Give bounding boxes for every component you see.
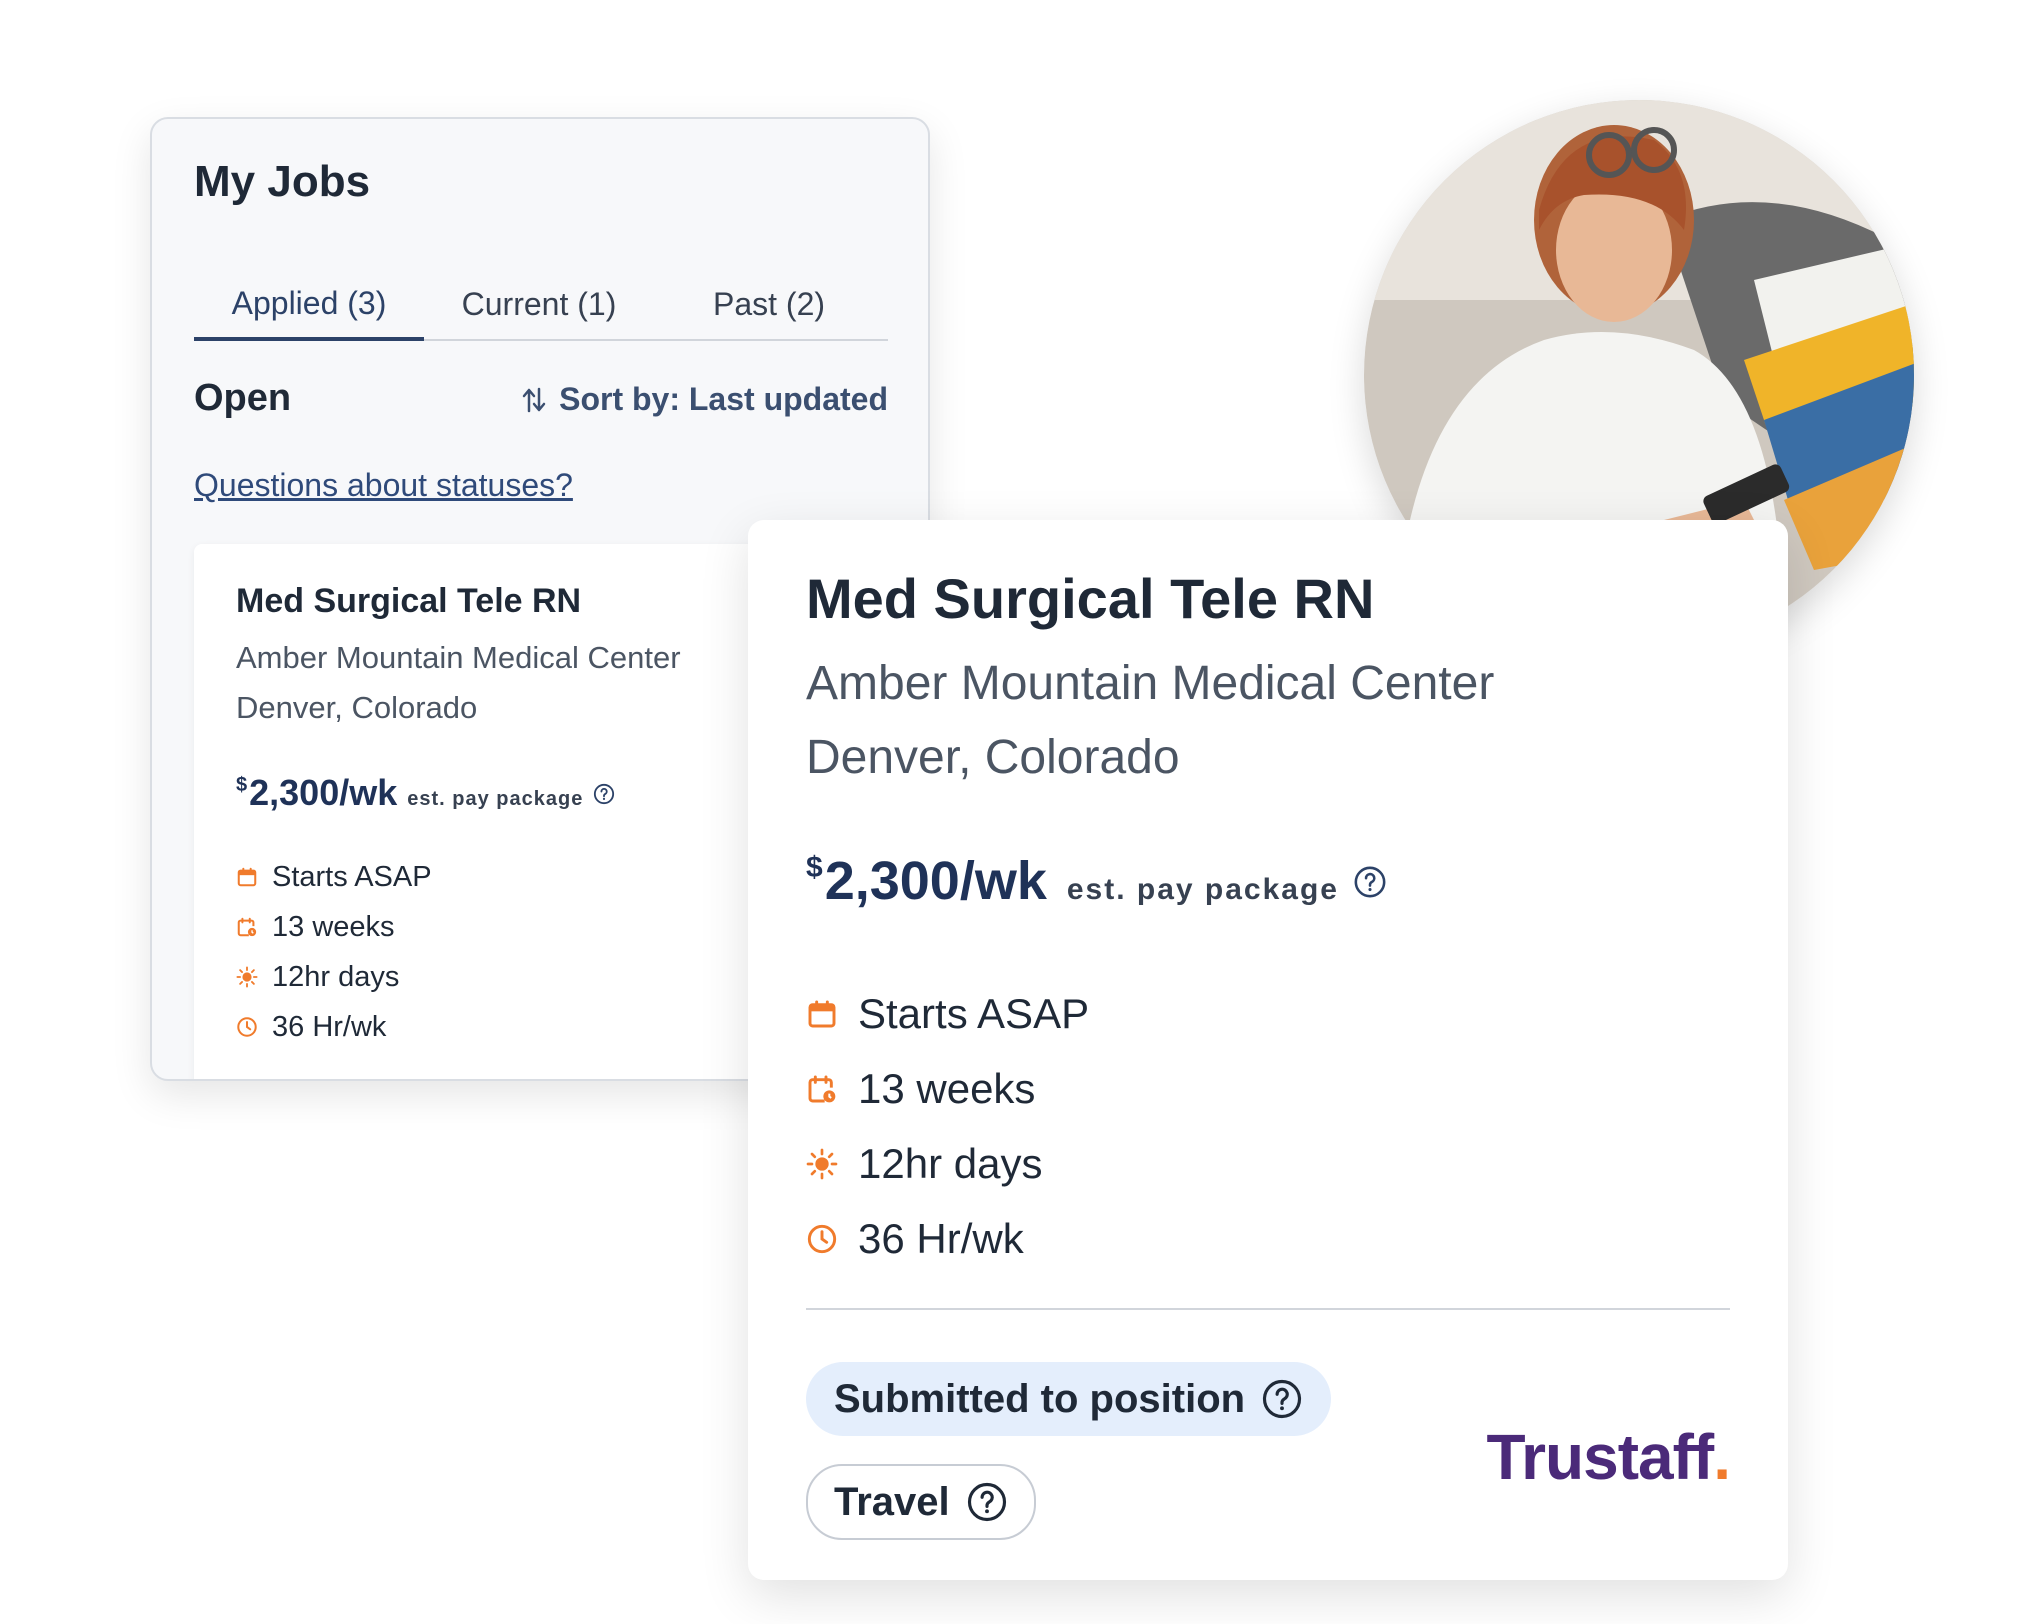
job-title: Med Surgical Tele RN (236, 582, 582, 620)
job-type-label: Travel (834, 1479, 950, 1524)
feature-label: 36 Hr/wk (858, 1214, 1024, 1262)
page-title: My Jobs (194, 157, 371, 206)
job-location: Denver, Colorado (236, 690, 478, 725)
feature-label: 12hr days (272, 960, 400, 993)
pay-currency: $ (236, 774, 248, 796)
tab-applied[interactable]: Applied (3) (194, 269, 424, 341)
feature-label: 13 weeks (858, 1064, 1036, 1112)
feature-duration: 13 weeks (806, 1051, 1089, 1126)
job-facility: Amber Mountain Medical Center (236, 640, 681, 675)
trustaff-logo: Trustaff. (1486, 1420, 1731, 1494)
tab-current[interactable]: Current (1) (424, 269, 654, 339)
help-icon[interactable] (593, 783, 615, 805)
job-pay: $ 2,300/wk est. pay package (806, 850, 1387, 912)
feature-label: Starts ASAP (858, 989, 1090, 1037)
logo-wordmark: Trustaff (1486, 1421, 1715, 1493)
feature-label: Starts ASAP (272, 860, 432, 893)
sort-label: Sort by: Last updated (559, 381, 888, 417)
logo-dot: . (1713, 1421, 1731, 1493)
calendar-clock-icon (808, 1075, 836, 1102)
job-type-badge[interactable]: Travel (806, 1464, 1036, 1540)
sun-icon (236, 966, 258, 988)
feature-label: 12hr days (858, 1139, 1043, 1187)
calendar-icon (808, 1000, 836, 1027)
feature-shift: 12hr days (236, 952, 432, 1002)
feature-start: Starts ASAP (236, 852, 432, 902)
job-pay: $ 2,300/wk est. pay package (236, 772, 615, 814)
feature-label: 36 Hr/wk (272, 1010, 387, 1043)
feature-hours: 36 Hr/wk (236, 1002, 432, 1052)
job-detail-card[interactable]: Med Surgical Tele RN Amber Mountain Medi… (748, 520, 1788, 1580)
job-title: Med Surgical Tele RN (806, 567, 1375, 630)
pay-currency: $ (806, 851, 823, 884)
page-stage: My Jobs Applied (3) Current (1) Past (2)… (0, 0, 2042, 1624)
job-features: Starts ASAP 13 weeks 12hr days 36 Hr/wk (236, 852, 432, 1052)
status-badge[interactable]: Submitted to position (806, 1362, 1332, 1436)
clock-icon (237, 1017, 257, 1037)
clock-icon (807, 1224, 837, 1253)
pay-label: est. pay package (407, 788, 584, 810)
divider (806, 1308, 1730, 1310)
job-features: Starts ASAP 13 weeks 12hr days 36 Hr/wk (806, 976, 1089, 1276)
status-label: Submitted to position (834, 1376, 1246, 1421)
feature-duration: 13 weeks (236, 902, 432, 952)
statuses-help-link[interactable]: Questions about statuses? (194, 467, 573, 504)
sort-arrows-icon (522, 387, 546, 412)
calendar-icon (237, 867, 257, 887)
tab-past[interactable]: Past (2) (654, 269, 884, 339)
feature-label: 13 weeks (272, 910, 395, 943)
sort-button[interactable]: Sort by: Last updated (521, 381, 888, 418)
help-icon[interactable] (966, 1481, 1008, 1523)
feature-shift: 12hr days (806, 1126, 1089, 1201)
help-icon[interactable] (1261, 1378, 1303, 1420)
job-location: Denver, Colorado (806, 731, 1180, 784)
pay-amount: 2,300/wk (249, 772, 398, 813)
help-icon[interactable] (1353, 865, 1387, 899)
feature-hours: 36 Hr/wk (806, 1201, 1089, 1276)
section-title: Open (194, 377, 292, 419)
job-facility: Amber Mountain Medical Center (806, 657, 1495, 710)
feature-start: Starts ASAP (806, 976, 1089, 1051)
pay-label: est. pay package (1066, 873, 1339, 906)
sun-icon (806, 1148, 838, 1179)
pay-amount: 2,300/wk (824, 851, 1047, 911)
calendar-clock-icon (237, 917, 257, 937)
job-tabs: Applied (3) Current (1) Past (2) (194, 269, 888, 341)
